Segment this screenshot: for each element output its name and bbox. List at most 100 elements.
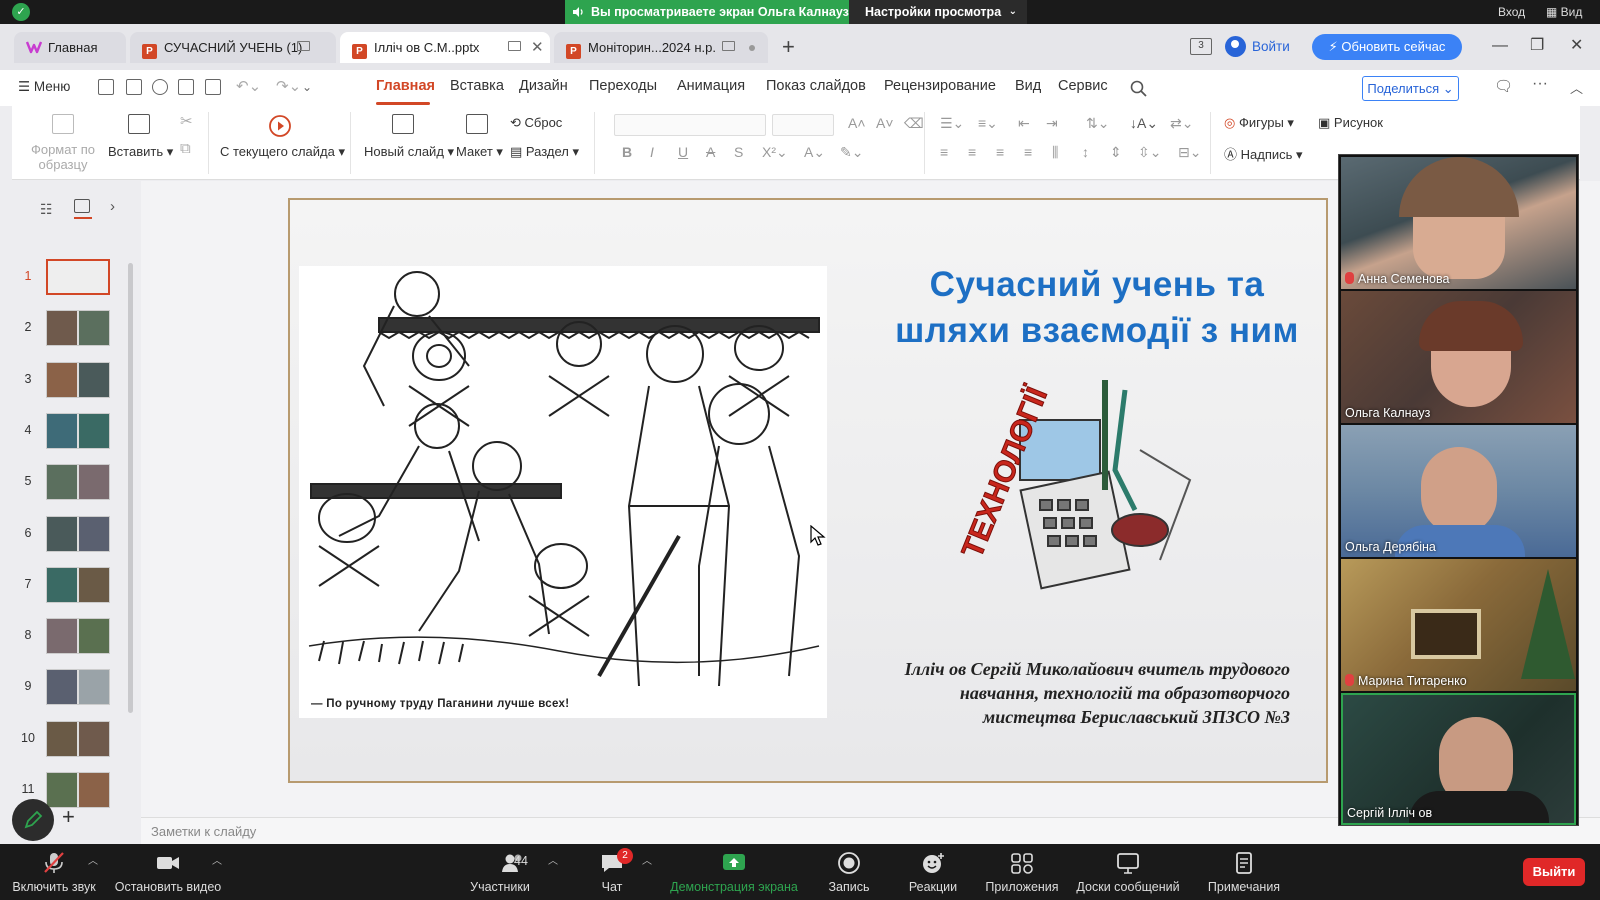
share-link-icon[interactable] (152, 79, 168, 95)
outline-view-icon[interactable]: ☷ (40, 201, 53, 218)
menu-tab-transitions[interactable]: Переходы (589, 78, 657, 94)
close-window-icon[interactable]: ✕ (1570, 34, 1583, 58)
bullets-icon[interactable]: ☰⌄ (940, 115, 964, 132)
current-slide[interactable]: — По ручному труду Паганини лучше всех! … (288, 198, 1328, 783)
underline-icon[interactable]: U (678, 144, 688, 160)
participants-button[interactable]: 44 Участники (452, 844, 548, 900)
reset-button[interactable]: ⟲ Сброс (510, 115, 562, 131)
layout-button[interactable]: Макет ▾ (456, 144, 503, 160)
justify-icon[interactable]: ≡ (1024, 144, 1032, 160)
picture-button[interactable]: ▣ Рисунок (1318, 115, 1383, 131)
video-tile-participant-4[interactable]: Марина Титаренко (1341, 559, 1576, 691)
increase-indent-icon[interactable]: ⇥ (1046, 115, 1058, 132)
slides-view-icon[interactable] (74, 199, 90, 213)
chat-button[interactable]: 2 Чат (584, 844, 640, 900)
undo-icon[interactable]: ↶⌄ (236, 77, 261, 95)
strikethrough-icon[interactable]: A (706, 144, 715, 160)
line-spacing-icon[interactable]: ↕ (1082, 144, 1089, 160)
annotate-pen-button[interactable] (12, 799, 54, 841)
paragraph-spacing-icon[interactable]: ⇕ (1110, 144, 1122, 161)
section-button[interactable]: ▤ Раздел ▾ (510, 144, 579, 160)
close-tab-icon[interactable]: ✕ (531, 32, 544, 63)
menu-tab-slideshow[interactable]: Показ слайдов (766, 78, 866, 94)
cut-icon[interactable]: ✂ (180, 112, 193, 130)
save-icon[interactable] (126, 79, 142, 95)
notes-button[interactable]: Примечания (1196, 844, 1292, 900)
text-direction-icon[interactable]: ⇅⌄ (1086, 115, 1109, 132)
menu-tab-home[interactable]: Главная (376, 78, 435, 94)
slide-thumbnail[interactable] (46, 464, 110, 501)
whiteboards-button[interactable]: Доски сообщений (1072, 844, 1184, 900)
italic-icon[interactable]: I (650, 144, 654, 160)
menu-tab-animation[interactable]: Анимация (677, 78, 745, 94)
view-menu-button[interactable]: ▦ Вид (1546, 0, 1582, 24)
decrease-font-icon[interactable]: A˅ (876, 115, 894, 131)
font-family-select[interactable] (614, 114, 766, 136)
format-painter-button[interactable]: Формат по образцу (30, 142, 96, 172)
minimize-icon[interactable]: — (1492, 34, 1508, 58)
align-left-icon[interactable]: ≡ (940, 144, 948, 160)
open-folder-icon[interactable] (98, 79, 114, 95)
search-icon[interactable] (1130, 80, 1147, 97)
audio-options-caret[interactable]: ︿ (88, 844, 98, 900)
slide-thumbnail[interactable] (46, 361, 110, 398)
paste-button[interactable]: Вставить ▾ (108, 144, 173, 160)
collapse-pane-icon[interactable]: › (110, 198, 115, 215)
slide-thumbnail[interactable] (46, 412, 110, 449)
stop-video-button[interactable]: Остановить видео (112, 844, 224, 900)
highlight-icon[interactable]: ✎⌄ (840, 144, 863, 161)
main-menu-button[interactable]: ☰ Меню (18, 79, 70, 95)
comments-icon[interactable]: 🗨 (1494, 77, 1513, 95)
tab-document-1[interactable]: P СУЧАСНИЙ УЧЕНЬ (1) (130, 32, 336, 63)
print-icon[interactable] (178, 79, 194, 95)
update-now-button[interactable]: ⚡ Обновить сейчас (1312, 34, 1462, 60)
sort-icon[interactable]: ↓A⌄ (1130, 115, 1158, 132)
shadow-icon[interactable]: S (734, 144, 743, 160)
menu-tab-review[interactable]: Рецензирование (884, 78, 996, 94)
slide-thumbnail[interactable] (46, 772, 110, 808)
menu-tab-tools[interactable]: Сервис (1058, 78, 1108, 94)
redo-icon[interactable]: ↷⌄ (276, 77, 301, 95)
more-options-icon[interactable]: ··· (1532, 75, 1548, 93)
superscript-icon[interactable]: X²⌄ (762, 144, 788, 161)
thumbnail-scrollbar[interactable] (128, 263, 133, 713)
chat-options-caret[interactable]: ︿ (642, 844, 652, 900)
bold-icon[interactable]: B (622, 144, 632, 160)
print-preview-icon[interactable] (205, 79, 221, 95)
slide-thumbnail[interactable] (46, 515, 110, 552)
font-color-icon[interactable]: A⌄ (804, 144, 825, 161)
copy-icon[interactable]: ⧉ (180, 140, 191, 157)
workspace-count-badge[interactable]: 3 (1190, 38, 1212, 55)
clear-formatting-icon[interactable]: ⌫ (904, 115, 924, 132)
share-screen-button[interactable]: Демонстрация экрана (664, 844, 804, 900)
more-quick-actions-icon[interactable]: ⌄ (302, 80, 312, 94)
share-button[interactable]: Поделиться ⌄ (1362, 76, 1459, 101)
menu-tab-insert[interactable]: Вставка (450, 78, 504, 94)
tab-document-3[interactable]: P Моніторин...2024 н.р. (554, 32, 768, 63)
slide-thumbnail[interactable] (46, 618, 110, 655)
font-size-select[interactable] (772, 114, 834, 136)
slide-thumbnail[interactable] (46, 566, 110, 603)
video-tile-participant-1[interactable]: Анна Семенова (1341, 157, 1576, 289)
slide-thumbnail[interactable] (46, 720, 110, 757)
shapes-button[interactable]: ◎ Фигуры ▾ (1224, 115, 1294, 131)
columns-icon[interactable]: ⫼ (1052, 144, 1058, 161)
increase-font-icon[interactable]: A˄ (848, 115, 866, 131)
convert-icon[interactable]: ⇄⌄ (1170, 115, 1193, 132)
add-slide-button[interactable]: + (62, 804, 75, 830)
menu-tab-design[interactable]: Дизайн (519, 78, 568, 94)
textbox-button[interactable]: Ⓐ Надпись ▾ (1224, 144, 1303, 163)
record-button[interactable]: Запись (816, 844, 882, 900)
apps-button[interactable]: Приложения (980, 844, 1064, 900)
align-center-icon[interactable]: ≡ (968, 144, 976, 160)
view-settings-button[interactable]: Настройки просмотра ⌄ (849, 0, 1027, 24)
numbering-icon[interactable]: ≡⌄ (978, 115, 998, 132)
slide-thumbnail[interactable] (46, 259, 110, 295)
video-options-caret[interactable]: ︿ (212, 844, 222, 900)
vertical-align-icon[interactable]: ⊟⌄ (1178, 144, 1201, 161)
reactions-button[interactable]: Реакции (898, 844, 968, 900)
leave-meeting-button[interactable]: Выйти (1523, 858, 1585, 886)
shield-icon[interactable]: ✓ (12, 3, 30, 21)
video-tile-participant-3[interactable]: Ольга Дерябіна (1341, 425, 1576, 557)
share-login-link[interactable]: Вход (1498, 0, 1525, 24)
